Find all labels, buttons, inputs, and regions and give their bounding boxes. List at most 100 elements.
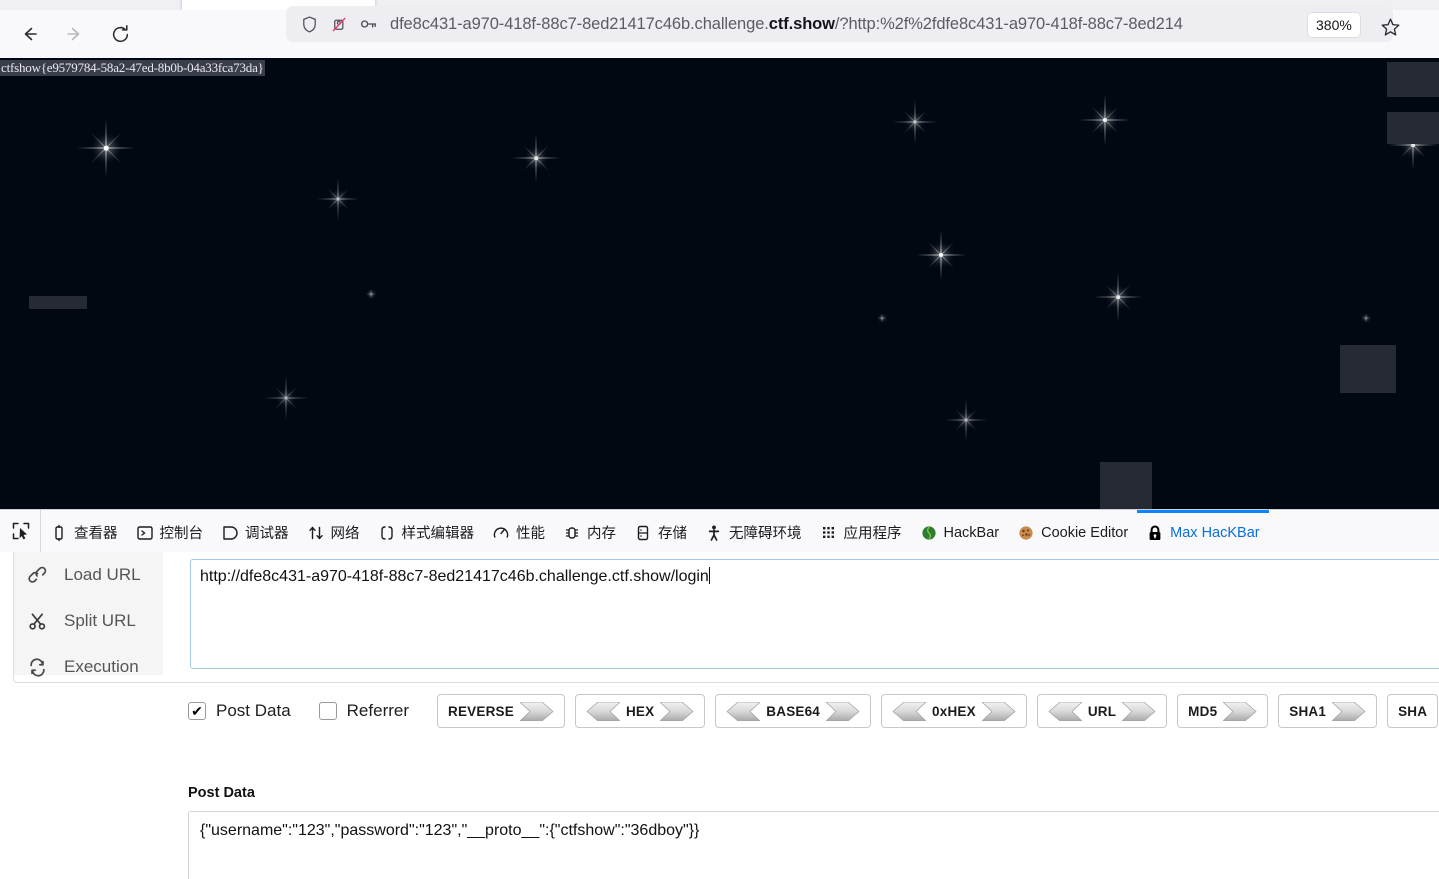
encode-button-base64[interactable]: BASE64 (715, 694, 872, 728)
encode-button-label: HEX (625, 703, 655, 719)
forward-button[interactable] (54, 17, 94, 51)
devtools-tab-12[interactable]: Cookie Editor (1008, 510, 1137, 552)
camera-blocked-icon[interactable] (324, 8, 354, 40)
devtools-tab-4[interactable]: 网络 (298, 510, 369, 552)
checkbox-box[interactable]: ✔ (188, 702, 206, 720)
chevron-right-icon (660, 701, 694, 721)
encode-button-label: SHA1 (1289, 703, 1327, 719)
encode-button-md5[interactable]: MD5 (1177, 694, 1269, 728)
element-picker-button[interactable] (0, 510, 41, 552)
flag-text: ctfshow{e9579784-58a2-47ed-8b0b-04a33fca… (0, 60, 265, 76)
checkbox-label: Post Data (216, 701, 291, 720)
postdata-section: Post Data {"username":"123","password":"… (188, 785, 1439, 879)
devtools-tab-label: 样式编辑器 (401, 526, 475, 542)
devtools-tab-11[interactable]: HackBar (911, 510, 1009, 552)
star (893, 100, 937, 144)
devtools-tab-5[interactable]: 样式编辑器 (369, 510, 484, 552)
bookmark-button[interactable] (1375, 12, 1405, 42)
zoom-level-badge[interactable]: 380% (1308, 13, 1360, 37)
star (512, 134, 560, 182)
network-icon (307, 524, 325, 542)
devtools-tab-8[interactable]: 存储 (625, 510, 696, 552)
encode-button-0xhex[interactable]: 0xHEX (881, 694, 1027, 728)
lock-icon (1146, 524, 1164, 542)
devtools-tab-label: 调试器 (245, 526, 289, 542)
devtools-tab-7[interactable]: 内存 (554, 510, 625, 552)
url-host: ctf.show (768, 14, 835, 33)
encode-button-label: 0xHEX (932, 703, 976, 719)
devtools-tab-label: HackBar (943, 524, 1000, 541)
chevron-left-icon (892, 701, 927, 721)
performance-icon (492, 524, 510, 542)
star (1079, 94, 1131, 146)
url-input[interactable]: http://dfe8c431-a970-418f-88c7-8ed21417c… (190, 559, 1439, 669)
browser-chrome: dfe8c431-a970-418f-88c7-8ed21417c46b.cha… (0, 0, 1439, 58)
postdata-input[interactable]: {"username":"123","password":"123","__pr… (188, 811, 1439, 879)
devtools-tab-3[interactable]: 调试器 (212, 510, 298, 552)
hackbar-action-load-url[interactable]: Load URL (14, 552, 163, 598)
inspector-icon (50, 524, 68, 542)
star (945, 399, 987, 441)
chevron-left-icon (1048, 701, 1082, 721)
hackbar-action-split-url[interactable]: Split URL (14, 598, 163, 644)
accessibility-icon (705, 524, 723, 542)
reload-button[interactable] (100, 17, 140, 51)
page-placeholder-box (1387, 112, 1439, 144)
star (77, 119, 135, 177)
checkbox-post-data[interactable]: ✔ Post Data (188, 701, 291, 721)
devtools-tab-10[interactable]: 应用程序 (811, 510, 911, 552)
encode-button-label: REVERSE (448, 703, 514, 719)
hackbar-action-label: Split URL (64, 611, 136, 630)
encoding-options-row: ✔ Post Data Referrer REVERSE HEX BASE64 0xHEX U… (188, 692, 1439, 730)
postdata-label: Post Data (188, 785, 255, 801)
devtools-tab-1[interactable]: 查看器 (41, 510, 127, 552)
devtools-tab-label: Max HacKBar (1170, 524, 1260, 541)
devtools-tab-2[interactable]: 控制台 (127, 510, 213, 552)
devtools-tab-6[interactable]: 性能 (483, 510, 554, 552)
chevron-right-icon (1223, 701, 1257, 721)
style-editor-icon (378, 524, 396, 542)
url-input-value: http://dfe8c431-a970-418f-88c7-8ed21417c… (200, 568, 709, 585)
encode-button-url[interactable]: URL (1036, 694, 1168, 728)
devtools-tab-label: 内存 (587, 526, 616, 542)
encode-button-label: URL (1087, 703, 1117, 719)
back-arrow-icon (24, 27, 37, 41)
page-placeholder-box (1340, 345, 1396, 393)
tracking-protection-shield-icon[interactable] (294, 8, 324, 40)
devtools-tab-9[interactable]: 无障碍环境 (696, 510, 811, 552)
encode-button-reverse[interactable]: REVERSE (437, 694, 565, 728)
devtools-tab-label: 控制台 (159, 526, 204, 542)
key-icon[interactable] (354, 8, 384, 40)
forward-arrow-icon (67, 27, 80, 41)
element-picker-icon (12, 522, 30, 540)
hackbar-action-execution[interactable]: Execution (14, 644, 163, 690)
text-caret (708, 567, 710, 584)
url-text[interactable]: dfe8c431-a970-418f-88c7-8ed21417c46b.cha… (384, 15, 1393, 34)
star (877, 313, 887, 323)
chevron-right-icon (1332, 701, 1366, 721)
page-placeholder-box (1387, 62, 1439, 97)
devtools-tab-label: 存储 (658, 526, 687, 542)
encode-button-hex[interactable]: HEX (574, 694, 706, 728)
debugger-icon (221, 524, 239, 542)
encode-button-label: MD5 (1188, 703, 1218, 719)
storage-icon (634, 524, 652, 542)
devtools-tab-label: Cookie Editor (1041, 524, 1129, 541)
url-suffix: /?http:%2f%2fdfe8c431-a970-418f-88c7-8ed… (834, 14, 1183, 33)
devtools-tab-13[interactable]: Max HacKBar (1137, 510, 1269, 552)
address-bar[interactable]: dfe8c431-a970-418f-88c7-8ed21417c46b.cha… (286, 6, 1393, 42)
checkbox-referrer[interactable]: Referrer (318, 701, 410, 721)
chevron-left-icon (726, 701, 761, 721)
back-button[interactable] (10, 17, 50, 51)
encode-button-sha1[interactable]: SHA1 (1278, 694, 1378, 728)
hackbar-action-label: Load URL (64, 565, 141, 584)
encode-button-sha[interactable]: SHA (1387, 694, 1439, 728)
url-prefix: dfe8c431-a970-418f-88c7-8ed21417c46b.cha… (390, 14, 769, 33)
devtools-tab-label: 性能 (516, 526, 545, 542)
page-viewport[interactable]: ctfshow{e9579784-58a2-47ed-8b0b-04a33fca… (0, 58, 1439, 509)
checkbox-box[interactable] (318, 702, 337, 720)
checkbox-label: Referrer (346, 701, 410, 720)
reload-icon (112, 24, 128, 42)
max-hackbar-panel: Load URL Split URL Execution http://dfe8c4… (0, 552, 1439, 879)
memory-icon (563, 524, 581, 542)
